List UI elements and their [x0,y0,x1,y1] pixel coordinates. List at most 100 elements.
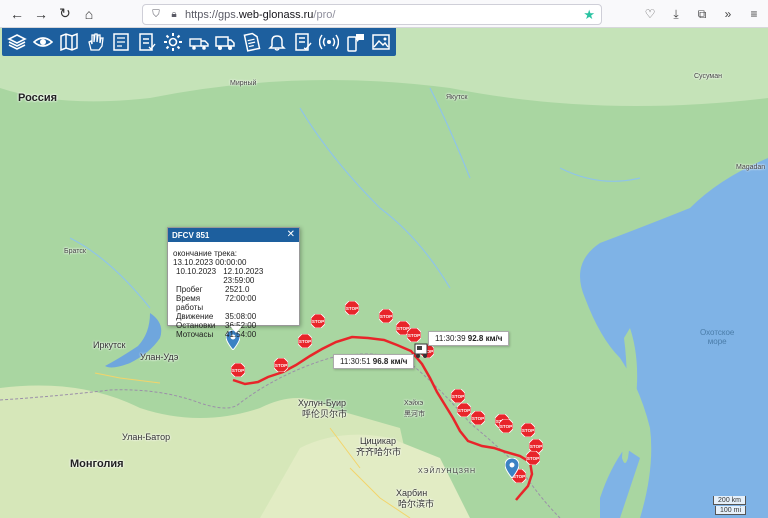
label-irkutsk: Иркутск [93,340,126,350]
svg-text:STOP: STOP [312,319,324,324]
stop-sign-icon[interactable]: STOP [274,358,288,372]
stop-sign-icon[interactable]: STOP [379,309,393,323]
stop-sign-icon[interactable]: STOP [526,451,540,465]
label-heihe-cn: 黑河市 [404,411,425,418]
label-ulan-bator: Улан-Батор [122,432,171,442]
popup-stat-row: Пробег 2521.0 [173,285,294,294]
eye-icon[interactable] [30,29,56,55]
svg-text:STOP: STOP [472,416,484,421]
track-end-pin-icon[interactable] [505,458,519,478]
truck-icon[interactable] [212,29,238,55]
label-russia: Россия [18,92,58,104]
label-mongolia: Монголия [70,458,124,470]
stop-sign-icon[interactable]: STOP [521,423,535,437]
address-bar[interactable]: ⛉ 🔒︎ https://gps. web-glonass.ru/pro/ ★ [142,4,602,25]
popup-stat-value: 72:00:00 [225,294,257,303]
popup-stat-row: Время работы 72:00:00 [173,294,294,312]
popup-stat-label: Моточасы [176,330,214,339]
truck-gear-icon[interactable] [186,29,212,55]
stop-sign-icon[interactable]: STOP [471,411,485,425]
phone-message-icon[interactable] [342,29,368,55]
lock-icon[interactable]: 🔒︎ [167,8,181,22]
scale-km: 200 km [713,496,746,505]
popup-stat-label: Остановки [176,321,216,330]
label-harbin-cn: 哈尔滨市 [398,499,435,509]
map-icon[interactable] [56,29,82,55]
stop-sign-icon[interactable]: STOP [451,389,465,403]
label-heihe: Хэйхэ [404,400,424,407]
popup-title: DFCV 851 [172,230,210,240]
speed-tag-speed: 92.8 км/ч [467,334,503,343]
overflow-icon[interactable]: » [718,3,738,25]
track-end-label: окончание трека: [173,249,237,258]
popup-stat-value: 2521.0 [225,285,250,294]
popup-stat-value: 35:08:00 [225,312,257,321]
popup-stat-label: Пробег [176,285,203,294]
close-icon[interactable]: ✕ [287,229,295,240]
map-canvas[interactable]: STOP STOP STOP STOP STOP STOP STOP STOP STOP STOP… [0,28,768,518]
stop-sign-icon[interactable]: STOP [407,328,421,342]
reload-icon[interactable]: ↻ [54,3,76,25]
label-ulan-ude: Улан-Удэ [140,352,179,362]
svg-text:STOP: STOP [500,424,512,429]
bookmark-star-icon[interactable]: ★ [583,7,595,23]
track-info-popup: DFCV 851 ✕ окончание трека: 13.10.2023 0… [167,227,300,339]
label-hulunbuir-cn: 呼伦贝尔市 [302,409,348,419]
speed-tag-2: 11:30:51 96.8 км/ч [333,354,415,369]
svg-text:STOP: STOP [275,363,287,368]
menu-icon[interactable]: ≡ [744,3,764,25]
svg-text:STOP: STOP [408,333,420,338]
url-prefix: https://gps. [185,8,239,21]
stop-sign-icon[interactable]: STOP [231,363,245,377]
gear-icon[interactable] [160,29,186,55]
layers-icon[interactable] [4,29,30,55]
report-icon[interactable] [108,29,134,55]
pocket-icon[interactable]: ♡ [640,3,660,25]
svg-text:STOP: STOP [458,408,470,413]
popup-header: DFCV 851 [168,228,299,242]
bell-icon[interactable] [264,29,290,55]
popup-stat-label: Время работы [176,294,204,312]
popup-stat-row: Движение 35:08:00 [173,312,294,321]
label-yakutsk: Якутск [446,94,468,101]
browser-toolbar: ← → ↻ ⌂ ⛉ 🔒︎ https://gps. web-glonass.ru /… [0,0,768,28]
home-icon[interactable]: ⌂ [78,3,100,25]
svg-text:STOP: STOP [530,444,542,449]
shield-icon[interactable]: ⛉ [149,8,163,22]
svg-text:STOP: STOP [346,306,358,311]
speed-tag-1: 11:30:39 92.8 км/ч [428,331,510,346]
svg-text:STOP: STOP [380,314,392,319]
label-heilongjiang: ХЭЙЛУНЦЗЯН [418,468,477,475]
forward-icon[interactable]: → [30,3,52,25]
popup-stat-label: Движение [176,312,214,321]
downloads-icon[interactable]: ⤓ [666,3,686,25]
label-qiqihar-cn: 齐齐哈尔市 [356,447,402,457]
signal-icon[interactable] [316,29,342,55]
svg-text:STOP: STOP [522,428,534,433]
stop-sign-icon[interactable]: STOP [457,403,471,417]
svg-text:STOP: STOP [527,456,539,461]
scale-mi: 100 mi [714,506,746,515]
checklist-edit-icon[interactable] [290,29,316,55]
period-to: 12.10.2023 23:59:00 [223,267,264,285]
speed-tag-time: 11:30:39 [435,334,466,343]
url-path: /pro/ [313,8,336,21]
label-susuman: Сусуман [694,73,722,80]
label-magadan: Magadan [736,164,766,171]
period-from: 10.10.2023 [176,267,217,276]
stop-sign-icon[interactable]: STOP [345,301,359,315]
picture-icon[interactable] [368,29,394,55]
extensions-icon[interactable]: ⧉ [692,3,712,25]
label-okhotsk-sea: Охотское море [700,328,735,346]
period-row: 10.10.2023 12.10.2023 23:59:00 [173,267,294,285]
stop-sign-icon[interactable]: STOP [311,314,325,328]
hand-icon[interactable] [82,29,108,55]
back-icon[interactable]: ← [6,3,28,25]
stop-sign-icon[interactable]: STOP [499,419,513,433]
speed-tag-time: 11:30:51 [340,357,371,366]
svg-text:STOP: STOP [232,368,244,373]
document-icon[interactable] [238,29,264,55]
speed-tag-speed: 96.8 км/ч [372,357,408,366]
checklist-icon[interactable] [134,29,160,55]
stop-sign-icon[interactable]: STOP [298,334,312,348]
